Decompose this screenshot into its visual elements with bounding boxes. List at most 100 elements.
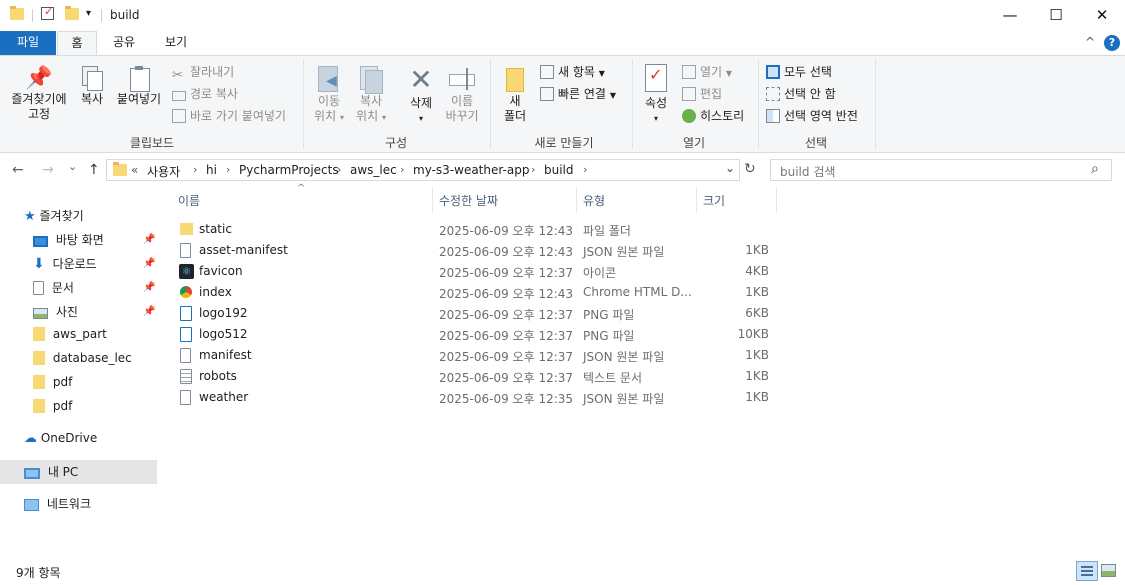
breadcrumb-users[interactable]: 사용자 bbox=[147, 163, 180, 180]
document-icon bbox=[33, 281, 44, 295]
column-header-name[interactable]: 이름 bbox=[178, 192, 200, 209]
customize-toolbar-icon[interactable]: ▾ bbox=[86, 8, 91, 19]
forward-button[interactable]: → bbox=[42, 162, 54, 178]
tab-home[interactable]: 홈 bbox=[57, 31, 97, 55]
delete-label: 삭제 bbox=[409, 96, 433, 110]
column-divider[interactable] bbox=[776, 187, 777, 213]
delete-button[interactable]: ✕ 삭제 ▾ bbox=[402, 64, 440, 126]
properties-button[interactable]: ✓ 속성 ▾ bbox=[638, 64, 674, 126]
help-icon[interactable]: ? bbox=[1104, 35, 1120, 51]
table-row[interactable]: ⚛ favicon 2025-06-09 오후 12:37 아이콘 4KB bbox=[176, 261, 776, 282]
address-dropdown-icon[interactable]: ⌄ bbox=[725, 161, 735, 175]
sidebar-item-pdf-2[interactable]: pdf bbox=[33, 399, 72, 413]
refresh-button[interactable]: ↻ bbox=[744, 161, 756, 177]
table-row[interactable]: logo192 2025-06-09 오후 12:37 PNG 파일 6KB bbox=[176, 303, 776, 324]
group-separator bbox=[303, 59, 304, 149]
minimize-button[interactable]: — bbox=[987, 0, 1033, 31]
open-button[interactable]: 열기 ▼ bbox=[682, 63, 732, 80]
sidebar-item-aws-part[interactable]: aws_part bbox=[33, 327, 107, 341]
breadcrumb-build[interactable]: build bbox=[544, 163, 574, 177]
up-button[interactable]: ↑ bbox=[88, 162, 100, 178]
easy-access-button[interactable]: 빠른 연결 ▼ bbox=[540, 85, 616, 102]
sidebar-item-quick-access[interactable]: ★ 즐겨찾기 bbox=[24, 207, 84, 224]
sidebar-item-onedrive[interactable]: ☁ OneDrive bbox=[24, 431, 97, 446]
properties-check-icon[interactable]: ✓ bbox=[41, 5, 54, 20]
column-header-type[interactable]: 유형 bbox=[583, 192, 605, 209]
this-pc-row[interactable]: 내 PC bbox=[24, 463, 78, 480]
history-button[interactable]: 히스토리 bbox=[682, 107, 744, 124]
copy-button[interactable]: 복사 bbox=[76, 66, 108, 107]
sidebar-item-documents[interactable]: 문서 bbox=[33, 279, 74, 296]
table-row[interactable]: weather 2025-06-09 오후 12:35 JSON 원본 파일 1… bbox=[176, 387, 776, 408]
download-icon: ⬇ bbox=[33, 256, 45, 272]
table-row[interactable]: robots 2025-06-09 오후 12:37 텍스트 문서 1KB bbox=[176, 366, 776, 387]
breadcrumb-my-s3-weather-app[interactable]: my-s3-weather-app bbox=[413, 163, 529, 177]
paste-shortcut-button[interactable]: 바로 가기 붙여넣기 bbox=[172, 107, 286, 124]
file-size: 10KB bbox=[737, 327, 769, 341]
breadcrumb-hi[interactable]: hi bbox=[206, 163, 217, 177]
copy-to-button[interactable]: 복사 위치 ▾ bbox=[352, 64, 390, 125]
breadcrumb-pycharmprojects[interactable]: PycharmProjects bbox=[239, 163, 339, 177]
desktop-icon bbox=[33, 236, 48, 247]
address-bar[interactable]: « 사용자 › hi › PycharmProjects › aws_lec ›… bbox=[106, 159, 740, 181]
chevron-right-icon[interactable]: › bbox=[226, 163, 230, 176]
edit-button[interactable]: 편집 bbox=[682, 85, 722, 102]
folder-icon bbox=[180, 223, 193, 235]
chevron-right-icon[interactable]: › bbox=[583, 163, 587, 176]
search-input[interactable]: build 검색 bbox=[780, 163, 835, 180]
file-size: 1KB bbox=[745, 285, 769, 299]
paste-button[interactable]: 붙여넣기 bbox=[114, 66, 164, 107]
file-name: robots bbox=[199, 369, 237, 383]
pin-to-quick-access-button[interactable]: 📌 즐겨찾기에 고정 bbox=[6, 66, 72, 122]
cut-label: 잘라내기 bbox=[190, 65, 235, 79]
column-divider[interactable] bbox=[432, 187, 433, 213]
breadcrumb-overflow[interactable]: « bbox=[131, 163, 138, 177]
chrome-icon bbox=[180, 286, 192, 298]
rename-button[interactable]: 이름 바꾸기 bbox=[442, 64, 482, 124]
move-to-button[interactable]: ◀ 이동 위치 ▾ bbox=[310, 64, 348, 125]
chevron-right-icon[interactable]: › bbox=[337, 163, 341, 176]
breadcrumb-aws-lec[interactable]: aws_lec bbox=[350, 163, 397, 177]
back-button[interactable]: ← bbox=[12, 162, 24, 178]
invert-selection-button[interactable]: 선택 영역 반전 bbox=[766, 107, 858, 124]
table-row[interactable]: static 2025-06-09 오후 12:43 파일 폴더 bbox=[176, 219, 776, 240]
chevron-right-icon[interactable]: › bbox=[400, 163, 404, 176]
chevron-right-icon[interactable]: › bbox=[531, 163, 535, 176]
column-header-date[interactable]: 수정한 날짜 bbox=[439, 192, 498, 209]
table-row[interactable]: manifest 2025-06-09 오후 12:37 JSON 원본 파일 … bbox=[176, 345, 776, 366]
new-folder-button[interactable]: 새 폴더 bbox=[497, 64, 533, 124]
table-row[interactable]: asset-manifest 2025-06-09 오후 12:43 JSON … bbox=[176, 240, 776, 261]
sidebar-item-pdf[interactable]: pdf bbox=[33, 375, 72, 389]
recent-locations-button[interactable]: ⌄ bbox=[68, 160, 77, 173]
select-none-button[interactable]: 선택 안 함 bbox=[766, 85, 836, 102]
column-header-size[interactable]: 크기 bbox=[703, 192, 725, 209]
copy-path-button[interactable]: 경로 복사 bbox=[172, 85, 238, 102]
table-row[interactable]: index 2025-06-09 오후 12:43 Chrome HTML D.… bbox=[176, 282, 776, 303]
tab-share[interactable]: 공유 bbox=[104, 31, 144, 55]
maximize-button[interactable]: ☐ bbox=[1033, 0, 1079, 31]
large-icons-view-button[interactable] bbox=[1101, 564, 1116, 577]
text-file-icon bbox=[180, 369, 192, 384]
table-row[interactable]: logo512 2025-06-09 오후 12:37 PNG 파일 10KB bbox=[176, 324, 776, 345]
tab-view[interactable]: 보기 bbox=[156, 31, 196, 55]
search-icon: ⌕ bbox=[1091, 161, 1099, 177]
new-item-button[interactable]: 새 항목 ▼ bbox=[540, 63, 605, 80]
sidebar-item-desktop[interactable]: 바탕 화면 bbox=[33, 231, 104, 248]
file-date: 2025-06-09 오후 12:37 bbox=[439, 371, 574, 385]
close-button[interactable]: ✕ bbox=[1079, 0, 1125, 31]
select-all-button[interactable]: 모두 선택 bbox=[766, 63, 832, 80]
cut-button[interactable]: ✂ 잘라내기 bbox=[172, 63, 235, 83]
chevron-right-icon[interactable]: › bbox=[193, 163, 197, 176]
details-view-button[interactable] bbox=[1076, 561, 1098, 581]
sidebar-item-database-lec[interactable]: database_lec bbox=[33, 351, 132, 365]
new-folder-label: 새 bbox=[509, 94, 521, 108]
tab-file[interactable]: 파일 bbox=[0, 31, 56, 55]
search-box[interactable]: build 검색 ⌕ bbox=[770, 159, 1112, 181]
sidebar-item-pictures[interactable]: 사진 bbox=[33, 303, 78, 320]
new-folder-icon[interactable] bbox=[65, 6, 79, 20]
sidebar-item-network[interactable]: 네트워크 bbox=[24, 495, 91, 512]
sidebar-item-downloads[interactable]: ⬇ 다운로드 bbox=[33, 255, 97, 272]
column-divider[interactable] bbox=[576, 187, 577, 213]
column-divider[interactable] bbox=[696, 187, 697, 213]
collapse-ribbon-icon[interactable]: ^ bbox=[1085, 35, 1095, 49]
